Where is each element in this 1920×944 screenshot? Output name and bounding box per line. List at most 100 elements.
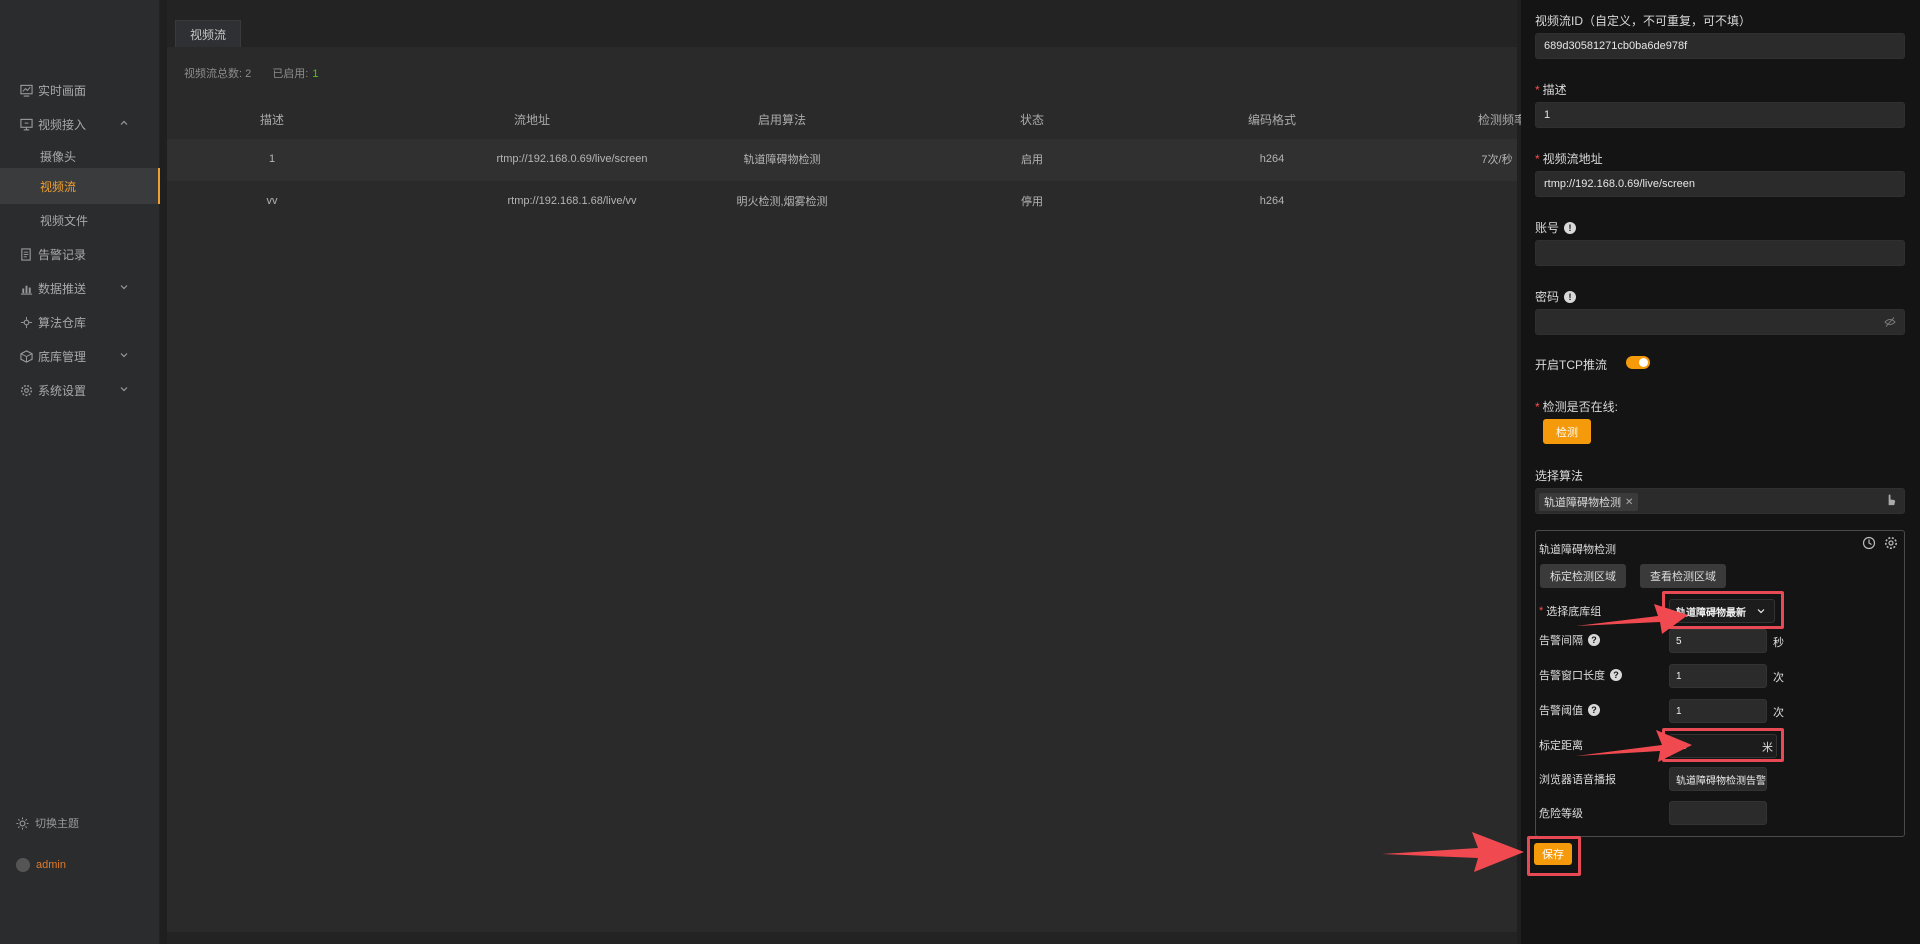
help-icon: ? [1588,704,1600,716]
monitor-chart-icon [18,82,34,98]
sidebar-item-label: 系统设置 [38,383,87,398]
cell-freq [1467,181,1527,221]
avatar [16,858,30,872]
sidebar: 实时画面 视频接入 摄像头 视频流 视频文件 告警记录 数据推送 算法仓库 底库… [0,0,160,944]
password-input[interactable] [1535,309,1905,335]
alarm-window-input[interactable]: 1 [1669,664,1767,688]
mark-detection-area-button[interactable]: 标定检测区域 [1540,564,1626,588]
tab-video-stream[interactable]: 视频流 [175,20,242,47]
sidebar-item-video-stream[interactable]: 视频流 [0,168,160,204]
edit-stream-drawer: 视频流ID（自定义，不可重复，可不填） 689d30581271cb0ba6de… [1521,0,1920,944]
stream-url-input[interactable]: rtmp://192.168.0.69/live/screen [1535,171,1905,197]
algorithm-tag[interactable]: 轨道障碍物检测 ✕ [1539,493,1639,511]
chevron-down-icon [118,383,132,397]
column-header: 启用算法 [757,112,806,127]
alarm-window-label: 告警窗口长度? [1539,667,1622,683]
annotation-arrow [1576,730,1692,762]
table-row[interactable]: vv rtmp://192.168.1.68/live/vv 明火检测,烟雾检测… [167,181,1517,223]
hand-pointer-icon[interactable] [1884,493,1898,507]
stream-url-label: * 视频流地址 [1535,151,1603,167]
cell-desc: vv [266,195,278,207]
enabled-label: 已启用: [272,68,309,80]
cell-status: 启用 [1021,154,1043,166]
stream-panel: 视频流总数: 2 已启用: 1 描述 流地址 启用算法 状态 编码格式 检测频率 … [167,47,1526,932]
sidebar-item-label: 摄像头 [40,149,77,164]
sun-icon [16,816,29,830]
theme-switch-label: 切换主题 [35,818,79,830]
column-header: 描述 [259,112,284,127]
alarm-threshold-unit: 次 [1773,707,1784,719]
algorithm-tag-label: 轨道障碍物检测 [1544,497,1621,509]
bar-chart-icon [18,280,34,296]
cell-desc: 1 [268,153,276,165]
sidebar-item-label: 底库管理 [38,349,87,364]
close-icon[interactable]: ✕ [1625,497,1633,508]
enabled-count: 1 [312,68,319,80]
cell-codec: h264 [1259,195,1285,207]
check-online-button[interactable]: 检测 [1543,419,1591,444]
danger-level-label: 危险等级 [1539,808,1583,820]
sidebar-item-label: 视频接入 [38,117,87,132]
tab-label: 视频流 [190,27,227,42]
document-icon [18,246,34,262]
info-icon: ! [1564,221,1577,234]
help-icon: ? [1610,669,1622,681]
tcp-push-toggle[interactable] [1626,356,1650,369]
sidebar-item-label: 实时画面 [38,83,87,98]
highlight-box [1527,836,1581,876]
voice-broadcast-label: 浏览器语音播报 [1539,774,1616,786]
chevron-down-icon [118,281,132,295]
account-label: 账号! [1535,219,1577,236]
cell-algo: 明火检测,烟雾检测 [736,196,828,208]
chevron-up-icon [118,117,132,131]
tcp-push-label: 开启TCP推流 [1535,358,1608,372]
desc-label: * 描述 [1535,82,1567,98]
alarm-interval-unit: 秒 [1773,637,1784,649]
stream-id-input[interactable]: 689d30581271cb0ba6de978f [1535,33,1905,59]
tab-bar: 视频流 [167,15,1517,47]
annotation-arrow [1382,832,1524,872]
total-count: 2 [245,68,252,80]
info-icon: ! [1564,290,1577,303]
column-header: 状态 [1019,112,1044,127]
cell-url: rtmp://192.168.0.69/live/screen [496,153,648,165]
sidebar-item-system-settings[interactable]: 系统设置 [0,370,160,410]
cell-freq: 7次/秒 [1481,154,1513,166]
theme-switch[interactable]: 切换主题 [0,808,160,838]
table-header: 描述 流地址 启用算法 状态 编码格式 检测频率 [167,99,1526,139]
alarm-window-unit: 次 [1773,672,1784,684]
view-detection-area-button[interactable]: 查看检测区域 [1640,564,1726,588]
sidebar-item-label: 数据推送 [38,281,87,296]
gear-icon [18,382,34,398]
chevron-down-icon [118,349,132,363]
online-check-label: * 检测是否在线: [1535,399,1619,415]
stream-id-label: 视频流ID（自定义，不可重复，可不填） [1535,14,1752,28]
algorithm-select-label: 选择算法 [1535,469,1584,483]
voice-broadcast-input[interactable]: 轨道障碍物检测告警 [1669,767,1767,791]
stream-stats: 视频流总数: 2 已启用: 1 [184,65,319,81]
sidebar-item-label: 视频文件 [40,213,89,228]
danger-level-input[interactable] [1669,801,1767,825]
sidebar-item-label: 算法仓库 [38,315,87,330]
algorithm-config-box: 轨道障碍物检测 标定检测区域 查看检测区域 * 选择底库组 轨道障碍物最新 告警间… [1535,530,1905,837]
cell-algo: 轨道障碍物检测 [743,154,821,166]
annotation-arrow [1576,604,1688,634]
sidebar-item-label: 告警记录 [38,247,87,262]
column-header: 流地址 [513,112,550,127]
gear-icon[interactable] [1884,536,1898,550]
account-input[interactable] [1535,240,1905,266]
eye-off-icon[interactable] [1884,316,1896,328]
total-label: 视频流总数: [184,68,243,80]
table-row[interactable]: 1 rtmp://192.168.0.69/live/screen 轨道障碍物检… [167,139,1517,181]
desc-input[interactable]: 1 [1535,102,1905,128]
algorithm-icon [18,314,34,330]
column-header: 编码格式 [1247,112,1296,127]
password-label: 密码! [1535,288,1577,305]
algorithm-config-title: 轨道障碍物检测 [1539,544,1616,556]
cell-url: rtmp://192.168.1.68/live/vv [507,195,637,207]
cell-codec: h264 [1259,153,1285,165]
user-menu[interactable]: admin [0,850,160,880]
monitor-icon [18,116,34,132]
alarm-threshold-label: 告警阈值? [1539,702,1600,718]
clock-icon[interactable] [1862,536,1876,550]
